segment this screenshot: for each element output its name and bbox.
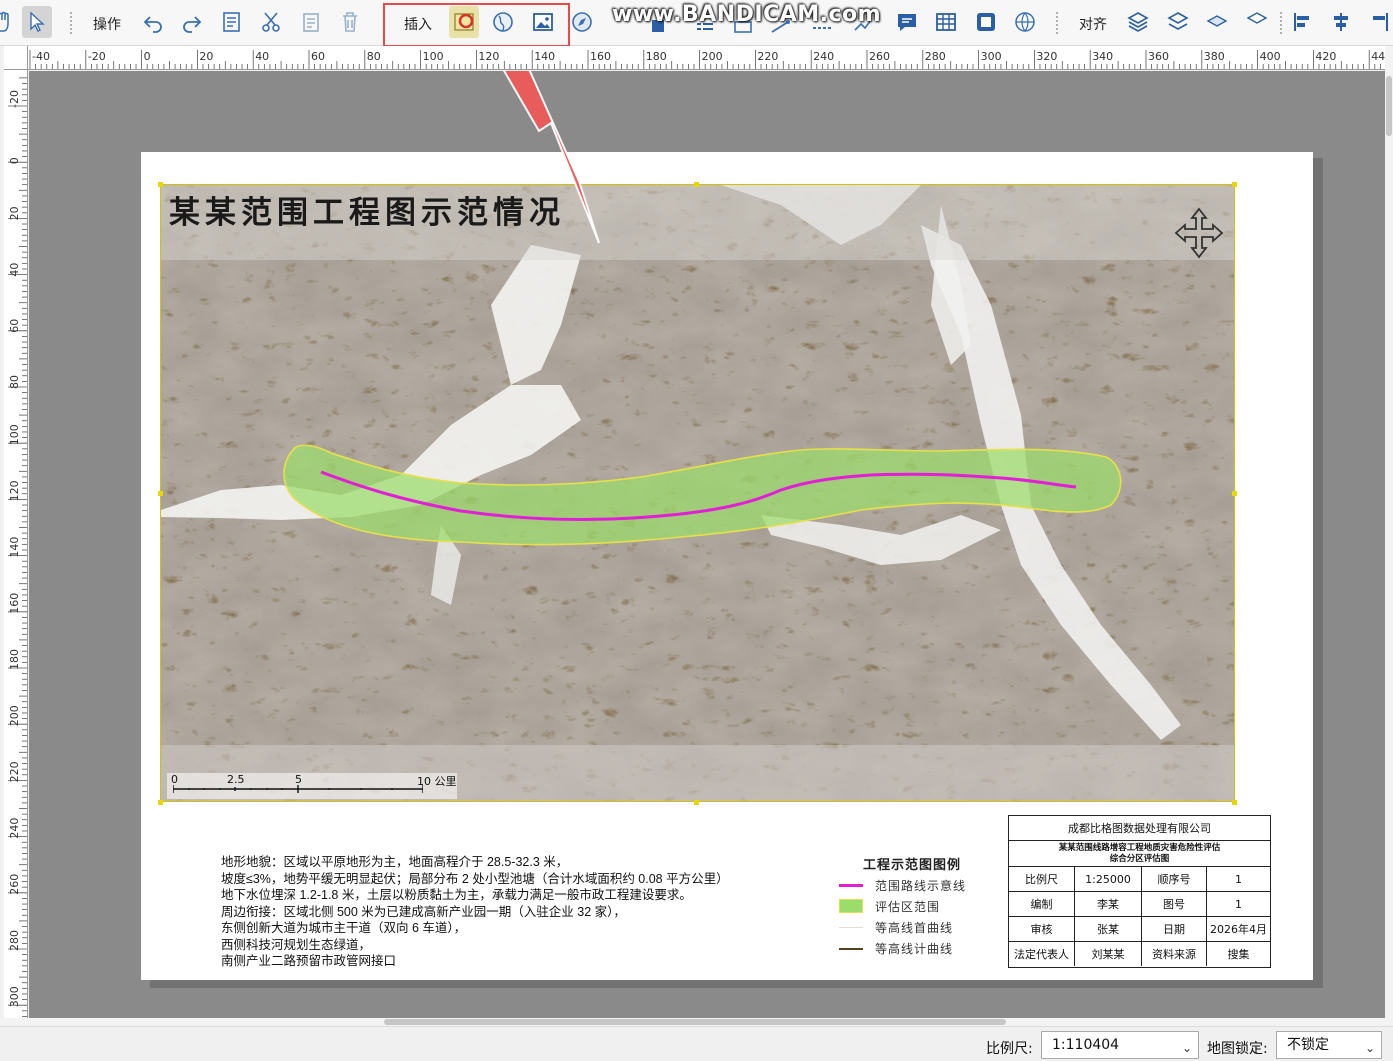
ruler-label: 80: [367, 50, 381, 63]
layout-canvas[interactable]: 某某范围工程图示范情况 0 2.5 5 10 公里 地形地貌：区域以平原地形为主…: [29, 71, 1385, 1025]
ruler-label: 180: [8, 649, 21, 670]
ruler-label: 40: [8, 263, 21, 277]
ruler-label: 220: [757, 50, 778, 63]
ruler-label: 40: [255, 50, 269, 63]
horizontal-scrollbar[interactable]: [0, 1018, 1393, 1026]
ruler-label: 160: [590, 50, 611, 63]
main-toolbar: 操作 插入 对齐 www.BANDICAM.com: [0, 0, 1393, 47]
ruler-label: 280: [925, 50, 946, 63]
status-bar: 比例尺: 1:110404 ⌄ 地图锁定: 不锁定 ⌄: [0, 1026, 1393, 1061]
ruler-label: 240: [8, 818, 21, 839]
operate-label: 操作: [93, 17, 121, 33]
redo-icon[interactable]: [177, 6, 207, 38]
ruler-label: 200: [8, 705, 21, 726]
layer-down-icon[interactable]: [1242, 6, 1272, 38]
toolbar-grip: [1280, 12, 1283, 34]
align-center-icon[interactable]: [1326, 6, 1356, 38]
ruler-label: 260: [8, 874, 21, 895]
ruler-label: 280: [8, 930, 21, 951]
ruler-label: 300: [8, 986, 21, 1007]
ruler-label: 120: [478, 50, 499, 63]
ruler-label: 360: [1148, 50, 1169, 63]
vertical-scroll-thumb[interactable]: [1386, 76, 1392, 136]
ruler-label: 60: [311, 50, 325, 63]
vertical-ruler-scale: -20 0 20 40 60 80 100 120 140 160 180 200 220 240 260 2…: [8, 77, 27, 1023]
ruler-label: 400: [1260, 50, 1281, 63]
ruler-label: 300: [981, 50, 1002, 63]
ruler-label: 380: [1204, 50, 1225, 63]
ruler-label: 320: [1036, 50, 1057, 63]
chevron-down-icon: ⌄: [1181, 1041, 1192, 1055]
ruler-label: -40: [32, 50, 50, 63]
ruler-label: 240: [813, 50, 834, 63]
ruler-label: 60: [8, 319, 21, 333]
ruler-label: 160: [8, 593, 21, 614]
ruler-label: -20: [8, 90, 21, 108]
horizontal-scroll-thumb[interactable]: [384, 1019, 1006, 1025]
ruler-label: 120: [8, 480, 21, 501]
copy-icon[interactable]: [217, 6, 247, 38]
ruler-label: 220: [8, 761, 21, 782]
cut-icon[interactable]: [256, 6, 286, 38]
align-right-icon[interactable]: [1364, 6, 1393, 38]
insert-table-icon[interactable]: [931, 6, 961, 38]
ruler-label: 140: [534, 50, 555, 63]
send-to-back-icon[interactable]: [1163, 6, 1193, 38]
ruler-label: 0: [8, 157, 21, 164]
insert-shape-icon[interactable]: [971, 6, 1001, 38]
paste-icon[interactable]: [296, 6, 326, 38]
scale-select[interactable]: 1:110404 ⌄: [1041, 1031, 1199, 1059]
map-lock-label: 地图锁定:: [1207, 1041, 1268, 1057]
ruler-label: 20: [8, 206, 21, 220]
map-lock-value: 不锁定: [1287, 1037, 1329, 1053]
horizontal-ruler-scale: -40 -20 0 20 40 60 80 100 120 140 160 180 200 220 240 2…: [29, 50, 1385, 69]
ruler-label: 100: [8, 424, 21, 445]
ruler-label: 140: [8, 537, 21, 558]
vertical-ruler[interactable]: -20 0 20 40 60 80 100 120 140 160 180 200 220 240 260 2…: [4, 70, 28, 1025]
horizontal-ruler[interactable]: -40 -20 0 20 40 60 80 100 120 140 160 180 200 220 240 2…: [28, 46, 1385, 70]
ruler-label: 200: [702, 50, 723, 63]
ruler-label: 100: [423, 50, 444, 63]
pan-tool-icon[interactable]: [0, 6, 18, 38]
delete-icon[interactable]: [335, 6, 365, 38]
ruler-label: 80: [8, 375, 21, 389]
chevron-down-icon: ⌄: [1364, 1041, 1375, 1055]
ruler-label: 0: [144, 50, 151, 63]
ruler-label: -20: [88, 50, 106, 63]
ruler-corner: [4, 46, 28, 70]
recording-watermark: www.BANDICAM.com: [612, 2, 882, 27]
align-left-icon[interactable]: [1288, 6, 1318, 38]
align-label: 对齐: [1079, 17, 1107, 33]
vertical-scrollbar[interactable]: [1385, 46, 1393, 1026]
insert-compass-icon[interactable]: [567, 6, 597, 38]
toolbar-grip: [1056, 12, 1059, 34]
map-lock-select[interactable]: 不锁定 ⌄: [1276, 1031, 1382, 1059]
ruler-label: 420: [1315, 50, 1336, 63]
scale-label: 比例尺:: [986, 1041, 1033, 1057]
insert-comment-icon[interactable]: [892, 6, 922, 38]
bring-to-front-icon[interactable]: [1123, 6, 1153, 38]
layer-up-icon[interactable]: [1202, 6, 1232, 38]
ruler-label: 20: [199, 50, 213, 63]
scale-value: 1:110404: [1052, 1037, 1120, 1053]
select-arrow-icon[interactable]: [22, 6, 52, 38]
ruler-label: 340: [1092, 50, 1113, 63]
ruler-label: 440: [1371, 50, 1385, 63]
insert-projection-icon[interactable]: [1010, 6, 1040, 38]
undo-icon[interactable]: [138, 6, 168, 38]
ruler-label: 260: [869, 50, 890, 63]
annotation-arrow: [503, 71, 600, 244]
insert-group-highlight: [383, 3, 570, 47]
ruler-label: 180: [646, 50, 667, 63]
toolbar-grip: [70, 12, 73, 34]
